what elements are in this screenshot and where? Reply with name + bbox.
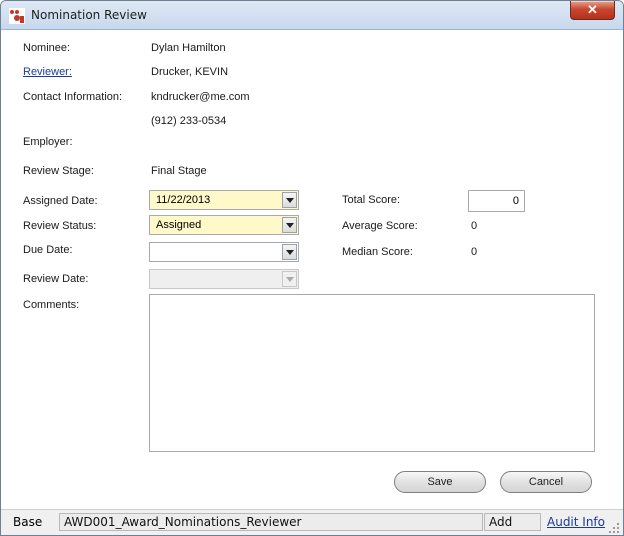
review-stage-label: Review Stage:	[23, 165, 94, 177]
total-score-input[interactable]: 0	[468, 190, 525, 212]
review-stage-value: Final Stage	[151, 165, 207, 177]
total-score-label: Total Score:	[342, 194, 401, 206]
total-score-value: 0	[512, 195, 519, 207]
app-icon	[9, 8, 25, 24]
window-title: Nomination Review	[31, 8, 147, 22]
median-score-value: 0	[471, 246, 478, 258]
status-mode: Add	[484, 513, 541, 531]
chevron-down-icon[interactable]	[282, 217, 297, 233]
employer-label: Employer:	[23, 136, 73, 148]
close-button[interactable]: ✕	[570, 1, 615, 20]
title-bar[interactable]: Nomination Review ✕	[1, 1, 623, 30]
average-score-value: 0	[471, 220, 478, 232]
nomination-review-window: Nomination Review ✕ Nominee: Dylan Hamil…	[0, 0, 624, 536]
assigned-date-label: Assigned Date:	[23, 195, 98, 207]
comments-textarea[interactable]	[149, 294, 595, 452]
assigned-date-picker[interactable]: 11/22/2013	[149, 190, 299, 210]
cancel-button[interactable]: Cancel	[500, 471, 592, 493]
chevron-down-icon	[282, 271, 297, 287]
average-score-label: Average Score:	[342, 220, 418, 232]
status-base: Base	[13, 515, 43, 529]
chevron-down-icon[interactable]	[282, 192, 297, 208]
review-date-label: Review Date:	[23, 273, 89, 285]
due-date-label: Due Date:	[23, 244, 73, 256]
review-status-label: Review Status:	[23, 220, 97, 232]
audit-info-link[interactable]: Audit Info	[547, 515, 605, 529]
contact-label: Contact Information:	[23, 91, 123, 103]
due-date-picker[interactable]	[149, 242, 299, 262]
review-status-select[interactable]: Assigned	[149, 215, 299, 235]
save-button[interactable]: Save	[394, 471, 486, 493]
reviewer-value: Drucker, KEVIN	[151, 66, 229, 78]
review-status-value: Assigned	[156, 219, 202, 231]
status-form-name: AWD001_Award_Nominations_Reviewer	[59, 513, 483, 531]
close-icon: ✕	[587, 2, 598, 17]
median-score-label: Median Score:	[342, 246, 413, 258]
contact-phone: (912) 233-0534	[151, 115, 227, 127]
nominee-value: Dylan Hamilton	[151, 42, 226, 54]
review-date-picker	[149, 269, 299, 289]
reviewer-link[interactable]: Reviewer:	[23, 66, 72, 78]
resize-grip-icon[interactable]	[609, 523, 619, 533]
contact-email: kndrucker@me.com	[151, 91, 250, 103]
status-bar: Base AWD001_Award_Nominations_Reviewer A…	[1, 509, 623, 535]
chevron-down-icon[interactable]	[282, 244, 297, 260]
nominee-label: Nominee:	[23, 42, 71, 54]
assigned-date-value: 11/22/2013	[156, 194, 211, 206]
comments-label: Comments:	[23, 299, 80, 311]
